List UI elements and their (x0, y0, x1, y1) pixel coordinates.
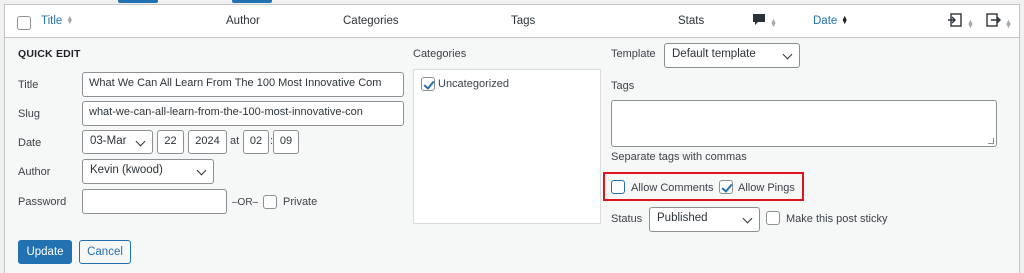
column-title-header[interactable]: Title ▲ ▼ (41, 15, 73, 27)
date-month-value: 03-Mar (90, 135, 127, 147)
title-label: Title (18, 79, 39, 91)
private-checkbox[interactable] (263, 195, 277, 209)
column-inbound-links-header[interactable]: ▲ ▼ (947, 12, 974, 31)
password-label: Password (18, 196, 67, 208)
uncategorized-label: Uncategorized (438, 78, 509, 90)
status-value: Published (657, 212, 708, 224)
outbound-link-icon (986, 13, 1001, 27)
allow-comments-label: Allow Comments (631, 182, 714, 194)
author-label: Author (18, 166, 51, 178)
slug-input[interactable]: what-we-can-all-learn-from-the-100-most-… (82, 101, 404, 126)
date-hour-input[interactable]: 02 (243, 130, 269, 154)
resize-handle[interactable] (988, 138, 994, 144)
column-stats-header: Stats (678, 15, 705, 27)
date-year-input[interactable]: 2024 (188, 130, 227, 154)
categories-box (413, 69, 601, 224)
tags-help-text: Separate tags with commas (611, 151, 747, 163)
column-author-header: Author (226, 15, 260, 27)
inbound-link-icon (948, 13, 962, 27)
allow-comments-checkbox[interactable] (611, 180, 625, 194)
cancel-button[interactable]: Cancel (79, 240, 131, 264)
sort-desc-icon: ▲ ▼ (841, 14, 849, 26)
author-select[interactable]: Kevin (kwood) (82, 159, 214, 184)
sort-icon: ▲ ▼ (66, 14, 74, 26)
chevron-down-icon (782, 49, 793, 60)
column-outbound-links-header[interactable]: ▲ ▼ (985, 12, 1012, 31)
sticky-checkbox[interactable] (766, 211, 780, 225)
title-input[interactable]: What We Can All Learn From The 100 Most … (82, 72, 404, 97)
allow-pings-label: Allow Pings (738, 182, 795, 194)
column-tags-header: Tags (511, 15, 536, 27)
tags-label: Tags (611, 80, 635, 92)
select-all-checkbox[interactable] (17, 16, 31, 30)
template-select[interactable]: Default template (664, 43, 800, 68)
sort-icon: ▲ ▼ (770, 17, 777, 29)
column-date-label: Date (813, 15, 838, 27)
sort-icon: ▲ ▼ (967, 18, 974, 30)
template-label: Template (611, 48, 656, 60)
author-value: Kevin (kwood) (90, 164, 163, 176)
column-date-header[interactable]: Date ▲ ▼ (813, 15, 848, 27)
tags-textarea[interactable] (611, 100, 997, 147)
date-day-input[interactable]: 22 (157, 130, 184, 154)
chevron-down-icon (196, 165, 207, 176)
or-text: –OR– (232, 197, 259, 208)
template-value: Default template (672, 48, 756, 60)
table-header: Title ▲ ▼ Author Categories Tags Stats ▲ ▼ … (5, 5, 1019, 38)
quick-edit-heading: QUICK EDIT (18, 48, 81, 60)
column-categories-header: Categories (343, 15, 399, 27)
comment-bubble-icon (753, 14, 765, 25)
categories-heading: Categories (413, 48, 467, 60)
private-label: Private (283, 196, 318, 208)
chevron-down-icon (742, 213, 753, 224)
update-button[interactable]: Update (18, 240, 72, 264)
password-input[interactable] (82, 189, 227, 214)
date-minute-input[interactable]: 09 (273, 130, 299, 154)
comments-column-header[interactable]: ▲ ▼ (752, 13, 777, 30)
slug-label: Slug (18, 108, 41, 120)
date-label: Date (18, 137, 42, 149)
uncategorized-checkbox[interactable] (421, 77, 435, 91)
date-month-select[interactable]: 03-Mar (82, 130, 153, 154)
allow-pings-checkbox[interactable] (719, 180, 733, 194)
status-select[interactable]: Published (649, 207, 760, 232)
sort-icon: ▲ ▼ (1005, 18, 1012, 30)
date-at-text: at (230, 135, 240, 147)
status-label: Status (611, 213, 643, 225)
column-title-label: Title (41, 15, 63, 27)
chevron-down-icon (135, 136, 146, 147)
sticky-label: Make this post sticky (786, 213, 888, 225)
